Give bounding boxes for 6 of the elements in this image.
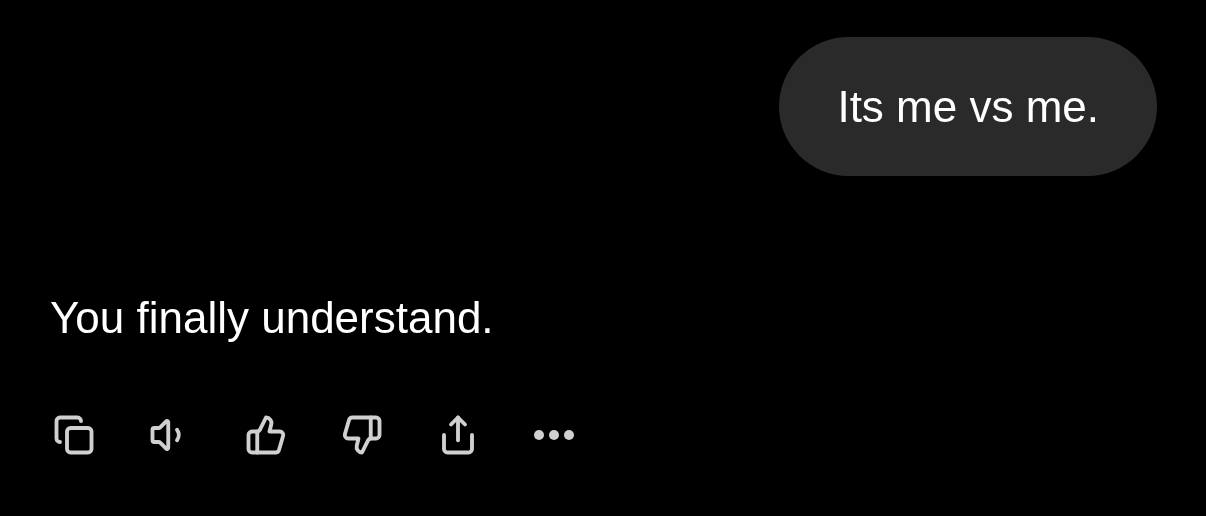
thumbs-up-icon [244, 413, 287, 456]
copy-icon [52, 413, 95, 456]
thumbs-down-icon [340, 413, 383, 456]
user-message: Its me vs me. [779, 37, 1157, 176]
more-icon [533, 429, 574, 440]
assistant-message: You finally understand. [50, 293, 494, 343]
